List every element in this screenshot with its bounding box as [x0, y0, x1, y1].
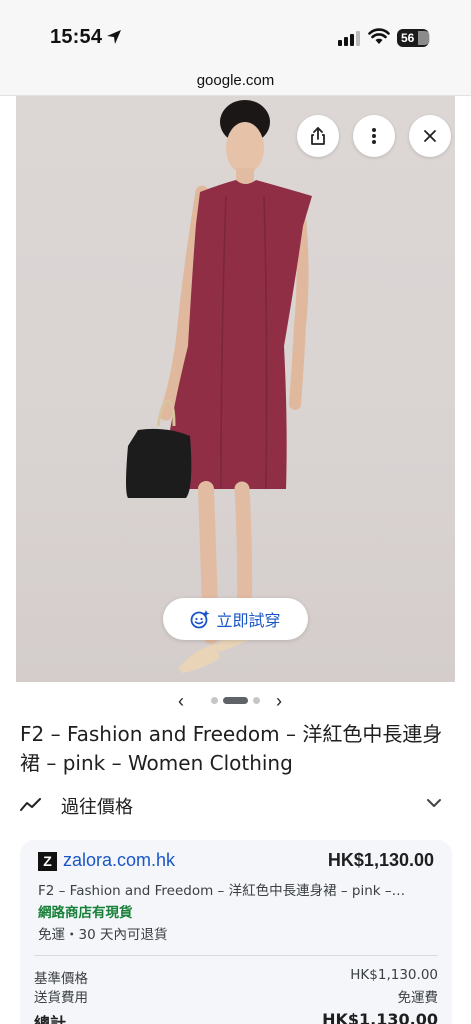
cellular-signal-icon [338, 31, 360, 46]
url-domain[interactable]: google.com [0, 72, 471, 89]
previous-image-chevron-icon[interactable]: ‹ [178, 691, 184, 712]
battery-level: 56 [401, 31, 415, 45]
close-icon [424, 130, 436, 142]
carousel-dot-active[interactable] [223, 697, 248, 704]
carousel-dot[interactable] [253, 697, 260, 704]
wifi-icon [368, 28, 390, 44]
shipping-fee-value: 免運費 [397, 990, 439, 1006]
merchant-offer-card[interactable]: Z zalora.com.hk HK$1,130.00 F2 – Fashion… [20, 840, 452, 1024]
try-on-button[interactable]: 立即試穿 [163, 598, 308, 640]
battery-indicator: 56 [397, 29, 430, 47]
merchant-product-description: F2 – Fashion and Freedom – 洋紅色中長連身裙 – pi… [38, 883, 406, 899]
merchant-site-link[interactable]: zalora.com.hk [63, 850, 175, 871]
model-photo [126, 100, 312, 673]
total-value: HK$1,130.00 [322, 1010, 438, 1024]
shipping-returns-info: 免運・30 天內可退貨 [38, 927, 168, 943]
location-arrow-icon [107, 30, 121, 44]
product-image[interactable]: 立即試穿 [16, 96, 455, 682]
more-vertical-icon [372, 128, 376, 144]
status-time: 15:54 [50, 26, 103, 48]
next-image-chevron-icon[interactable]: › [276, 691, 282, 712]
product-title: F2 – Fashion and Freedom – 洋紅色中長連身裙 – pi… [20, 722, 443, 775]
shipping-fee-label: 送貨費用 [34, 990, 88, 1006]
price-history-label: 過往價格 [61, 797, 133, 818]
close-button[interactable] [409, 115, 451, 157]
carousel-dot[interactable] [211, 697, 218, 704]
chevron-down-icon [427, 799, 441, 807]
try-on-sparkle-face-icon [191, 610, 210, 629]
merchant-logo-icon: Z [38, 852, 57, 871]
card-divider [34, 955, 438, 956]
trend-chart-icon [20, 798, 41, 811]
url-bar[interactable]: google.com [0, 66, 471, 96]
base-price-label: 基準價格 [34, 971, 88, 987]
stock-status: 網路商店有現貨 [38, 905, 133, 921]
share-icon [311, 127, 325, 145]
base-price-value: HK$1,130.00 [350, 967, 438, 983]
image-carousel-controls: ‹ › [0, 688, 471, 712]
price-history-toggle[interactable]: 過往價格 [0, 790, 471, 820]
merchant-price: HK$1,130.00 [327, 850, 434, 870]
try-on-label: 立即試穿 [216, 611, 281, 630]
total-label: 總計 [34, 1014, 67, 1024]
more-options-button[interactable] [353, 115, 395, 157]
share-button[interactable] [297, 115, 339, 157]
status-bar: 15:54 56 [0, 0, 471, 66]
